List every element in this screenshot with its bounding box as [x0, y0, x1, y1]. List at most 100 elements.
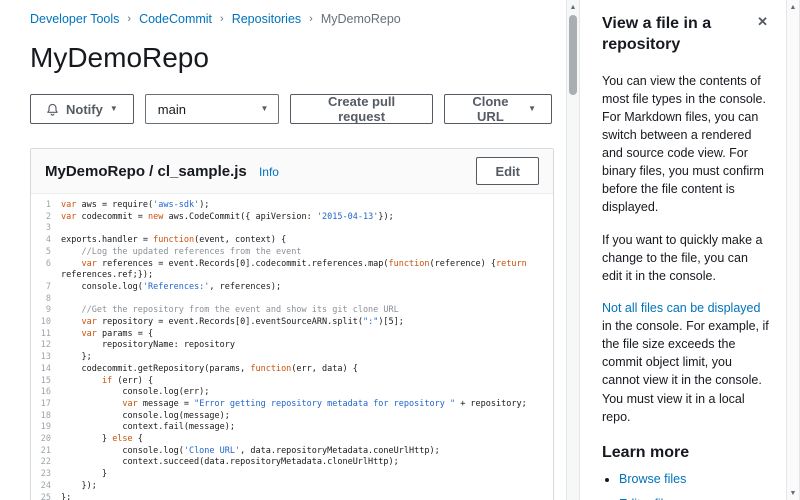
code-token: )[5];: [378, 317, 404, 327]
code-token: [61, 329, 81, 339]
code-line: 15 if (err) {: [31, 376, 547, 388]
not-all-files-link[interactable]: Not all files can be displayed: [602, 301, 760, 315]
main-scrollbar-thumb[interactable]: [569, 15, 577, 95]
path-separator: /: [145, 163, 158, 180]
code-line: 19 context.fail(message);: [31, 422, 547, 434]
code-token: var: [61, 200, 76, 210]
line-number: 21: [31, 446, 61, 458]
code-token: console.log(err);: [61, 387, 209, 397]
code-line-content: var codecommit = new aws.CodeCommit({ ap…: [61, 212, 547, 224]
help-panel-title: View a file in a repository: [602, 14, 755, 56]
line-number: 17: [31, 399, 61, 411]
code-token: var: [81, 329, 96, 339]
code-token: message =: [138, 399, 194, 409]
code-token: //Get the repository from the event and …: [81, 305, 398, 315]
close-icon[interactable]: ✕: [755, 14, 770, 29]
code-token: repositoryName: repository: [61, 340, 235, 350]
chevron-down-icon: ▼: [260, 105, 268, 113]
code-token: };: [61, 493, 71, 500]
edit-button[interactable]: Edit: [476, 157, 539, 185]
line-number: 12: [31, 340, 61, 352]
breadcrumb-codecommit[interactable]: CodeCommit: [139, 12, 212, 26]
list-item: Browse files: [619, 472, 770, 486]
code-token: [61, 317, 81, 327]
chevron-down-icon: ▼: [110, 105, 118, 113]
main-scrollbar[interactable]: ▲: [566, 0, 580, 500]
line-number: 23: [31, 469, 61, 481]
code-line-content: repositoryName: repository: [61, 340, 547, 352]
clone-url-button[interactable]: Clone URL ▼: [444, 94, 552, 124]
code-line-content: exports.handler = function(event, contex…: [61, 235, 547, 247]
app-window: Developer Tools › CodeCommit › Repositor…: [0, 0, 800, 500]
scroll-down-icon[interactable]: ▼: [787, 486, 799, 500]
line-number: 8: [31, 294, 61, 306]
learn-more-links: Browse files Edit a file Add a file: [602, 472, 770, 500]
code-line: 22 context.succeed(data.repositoryMetada…: [31, 457, 547, 469]
code-line: 17 var message = "Error getting reposito…: [31, 399, 547, 411]
code-line: 5 //Log the updated references from the …: [31, 247, 547, 259]
line-number: 14: [31, 364, 61, 376]
file-path-title: MyDemoRepo / cl_sample.js Info: [45, 163, 279, 180]
main-content: Developer Tools › CodeCommit › Repositor…: [0, 0, 566, 500]
code-line: 23 }: [31, 469, 547, 481]
code-token: aws.CodeCommit({ apiVersion:: [163, 212, 317, 222]
learn-more-title: Learn more: [602, 444, 770, 462]
file-card-header: MyDemoRepo / cl_sample.js Info Edit: [31, 149, 553, 194]
scroll-up-icon[interactable]: ▲: [787, 0, 799, 14]
code-line-content: [61, 294, 547, 306]
code-line: 25};: [31, 493, 547, 500]
help-paragraph-1: You can view the contents of most file t…: [602, 72, 770, 217]
code-token: {: [133, 434, 143, 444]
code-line: 6 var references = event.Records[0].code…: [31, 259, 547, 271]
code-token: var: [81, 259, 96, 269]
code-token: 'References:': [143, 282, 210, 292]
notify-button[interactable]: Notify ▼: [30, 94, 134, 124]
code-line: 12 repositoryName: repository: [31, 340, 547, 352]
code-token: function: [250, 364, 291, 374]
line-number: 19: [31, 422, 61, 434]
create-pull-request-button[interactable]: Create pull request: [290, 94, 432, 124]
code-line-content: codecommit.getRepository(params, functio…: [61, 364, 547, 376]
code-line: 16 console.log(err);: [31, 387, 547, 399]
breadcrumb-developer-tools[interactable]: Developer Tools: [30, 12, 119, 26]
scroll-up-icon[interactable]: ▲: [567, 0, 579, 14]
code-token: 'Clone URL': [184, 446, 240, 456]
code-token: };: [61, 352, 92, 362]
code-token: console.log(message);: [61, 411, 230, 421]
code-token: , data.repositoryMetadata.coneUrlHttp);: [240, 446, 440, 456]
code-token: var: [81, 317, 96, 327]
code-token: function: [389, 259, 430, 269]
code-token: 'aws-sdk': [153, 200, 199, 210]
code-token: context.fail(message);: [61, 422, 235, 432]
code-line: 9 //Get the repository from the event an…: [31, 305, 547, 317]
line-number: 20: [31, 434, 61, 446]
code-line-content: //Log the updated references from the ev…: [61, 247, 547, 259]
panel-scrollbar[interactable]: ▲ ▼: [786, 0, 800, 500]
code-line: 24 });: [31, 481, 547, 493]
code-token: exports.handler =: [61, 235, 153, 245]
code-token: aws = require(: [76, 200, 153, 210]
line-number: 10: [31, 317, 61, 329]
code-token: codecommit =: [76, 212, 148, 222]
code-line-content: references.ref;});: [61, 270, 547, 282]
help-paragraph-3-rest: in the console. For example, if the file…: [602, 319, 769, 424]
code-viewer: 1var aws = require('aws-sdk');2var codec…: [31, 194, 553, 500]
code-line: 14 codecommit.getRepository(params, func…: [31, 364, 547, 376]
line-number: 11: [31, 329, 61, 341]
branch-select[interactable]: main ▼: [145, 94, 280, 124]
repo-name: MyDemoRepo: [45, 163, 145, 180]
info-link[interactable]: Info: [259, 165, 279, 179]
breadcrumb-repositories[interactable]: Repositories: [232, 12, 301, 26]
chevron-down-icon: ▼: [528, 105, 536, 113]
code-line: 13 };: [31, 352, 547, 364]
browse-files-link[interactable]: Browse files: [619, 472, 686, 486]
code-line: references.ref;});: [31, 270, 547, 282]
line-number: 7: [31, 282, 61, 294]
code-token: else: [112, 434, 132, 444]
code-token: (event, context) {: [194, 235, 286, 245]
code-line: 1var aws = require('aws-sdk');: [31, 200, 547, 212]
line-number: 6: [31, 259, 61, 271]
code-line: 8: [31, 294, 547, 306]
help-paragraph-3: Not all files can be displayed in the co…: [602, 299, 770, 426]
help-panel: View a file in a repository ✕ You can vi…: [580, 0, 786, 500]
